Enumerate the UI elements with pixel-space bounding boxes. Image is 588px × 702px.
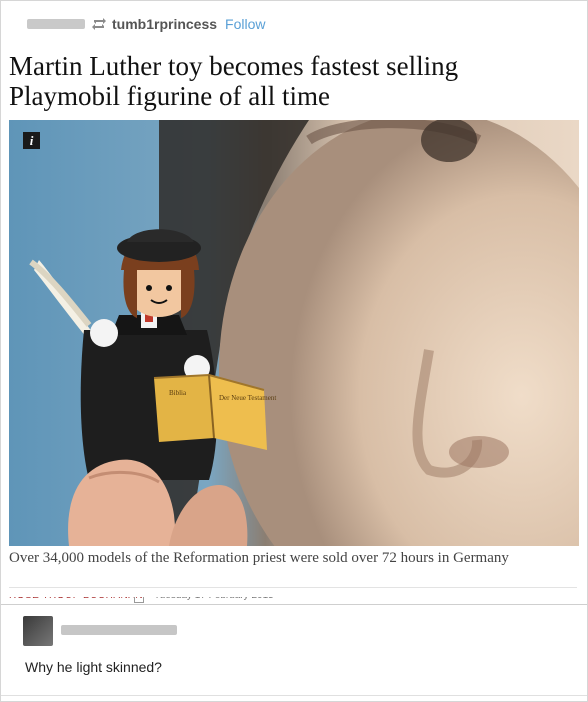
article-headline: Martin Luther toy becomes fastest sellin…: [9, 51, 459, 111]
bottom-divider: [1, 695, 587, 696]
cropped-author-text: ROSE TROUP BUCHANAN: [9, 597, 143, 601]
article-photo: Biblia Der Neue Testament i: [9, 120, 579, 546]
book-page-right-text: Der Neue Testament: [219, 394, 276, 402]
divider: [9, 587, 577, 588]
follow-button[interactable]: Follow: [225, 16, 265, 32]
info-icon[interactable]: i: [23, 132, 40, 149]
reblogged-blog-name[interactable]: tumb1rprincess: [112, 16, 217, 32]
byline-icon: [134, 597, 144, 603]
blurred-commenter-name: [61, 625, 177, 635]
reblog-icon: [92, 18, 106, 30]
playmobil-luther-photo: Biblia Der Neue Testament: [9, 120, 579, 546]
book-page-left-text: Biblia: [169, 389, 187, 397]
comment-text: Why he light skinned?: [25, 659, 162, 675]
photo-caption: Over 34,000 models of the Reformation pr…: [9, 550, 509, 566]
cropped-date-text: Tuesday 17 February 2015: [154, 597, 274, 601]
post-divider: [1, 604, 587, 605]
post-card: tumb1rprincess Follow Martin Luther toy …: [0, 0, 588, 702]
blurred-username: [27, 19, 85, 29]
commenter-avatar[interactable]: [23, 616, 53, 646]
post-header: tumb1rprincess Follow: [27, 13, 266, 35]
cropped-byline: ROSE TROUP BUCHANAN Tuesday 17 February …: [9, 597, 579, 603]
